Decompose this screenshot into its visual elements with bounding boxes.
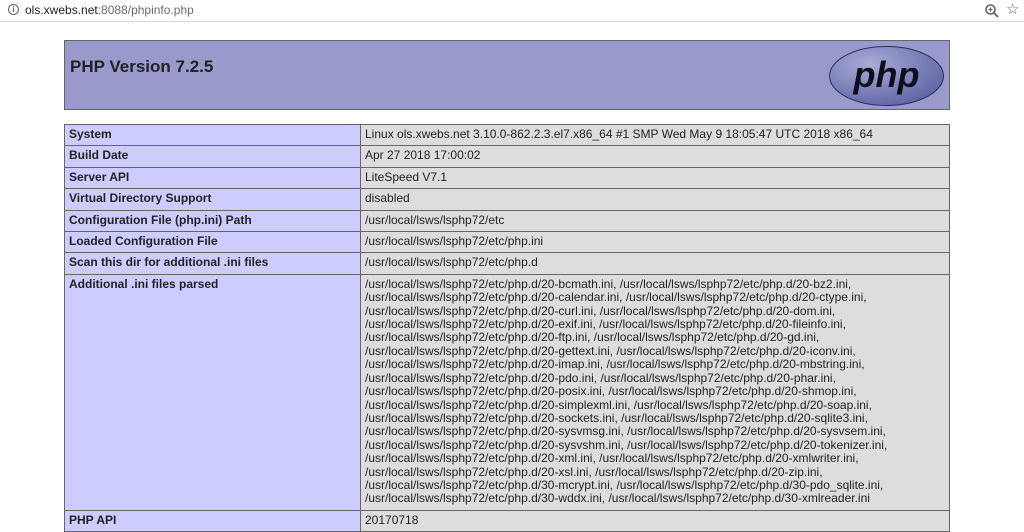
php-logo-text: php [853,54,920,95]
row-value: /usr/local/lsws/lsphp72/etc [360,209,950,233]
row-value: 20170718 [360,509,950,532]
table-row: Server API LiteSpeed V7.1 [64,166,950,190]
ini-file-line: /usr/local/lsws/lsphp72/etc/php.d/20-sys… [365,424,886,439]
row-value: LiteSpeed V7.1 [360,166,950,190]
ini-file-line: /usr/local/lsws/lsphp72/etc/php.d/20-ima… [365,357,865,372]
row-label: Additional .ini files parsed [64,273,361,511]
row-label: System [64,123,361,147]
php-header: PHP Version 7.2.5 php [64,40,950,110]
row-value: disabled [360,188,950,211]
ini-file-line: /usr/local/lsws/lsphp72/etc/php.d/20-xsl… [365,464,823,479]
row-value: /usr/local/lsws/lsphp72/etc/php.ini [360,231,950,254]
ini-file-line: /usr/local/lsws/lsphp72/etc/php.d/20-xml… [365,451,859,466]
phpinfo-table: System Linux ols.xwebs.net 3.10.0-862.2.… [64,123,950,532]
row-label: Configuration File (php.ini) Path [64,209,361,233]
url-field[interactable]: ols.xwebs.net:8088/phpinfo.php [25,3,194,18]
site-info-icon[interactable]: i [8,4,19,15]
ini-file-line: /usr/local/lsws/lsphp72/etc/php.d/20-pdo… [365,370,836,385]
ini-file-line: /usr/local/lsws/lsphp72/etc/php.d/20-sim… [365,397,872,412]
page-title: PHP Version 7.2.5 [70,57,214,76]
php-logo[interactable]: php [828,45,945,107]
ini-file-line: /usr/local/lsws/lsphp72/etc/php.d/20-pos… [365,384,857,399]
ini-file-line: /usr/local/lsws/lsphp72/etc/php.d/20-exi… [365,317,846,332]
ini-file-line: /usr/local/lsws/lsphp72/etc/php.d/30-mcr… [365,477,884,492]
browser-address-bar: i ols.xwebs.net:8088/phpinfo.php ☆ [0,0,1024,22]
additional-ini-list: /usr/local/lsws/lsphp72/etc/php.d/20-bcm… [360,273,950,511]
row-value: Linux ols.xwebs.net 3.10.0-862.2.3.el7.x… [360,123,950,147]
table-row: Build Date Apr 27 2018 17:00:02 [64,145,950,168]
ini-file-line: /usr/local/lsws/lsphp72/etc/php.d/20-bcm… [365,276,852,291]
table-row: Scan this dir for additional .ini files … [64,252,950,275]
table-row: Loaded Configuration File /usr/local/lsw… [64,231,950,254]
ini-file-line: /usr/local/lsws/lsphp72/etc/php.d/20-cur… [365,303,836,318]
url-host: ols.xwebs.net [25,3,98,17]
ini-file-line: /usr/local/lsws/lsphp72/etc/php.d/20-sys… [365,437,888,452]
ini-file-line: /usr/local/lsws/lsphp72/etc/php.d/20-cal… [365,290,867,305]
table-row: System Linux ols.xwebs.net 3.10.0-862.2.… [64,123,950,147]
table-row: Additional .ini files parsed /usr/local/… [64,273,950,511]
bookmark-star-icon[interactable]: ☆ [1006,1,1019,18]
row-label: Scan this dir for additional .ini files [64,252,361,275]
ini-file-line: /usr/local/lsws/lsphp72/etc/php.d/20-ftp… [365,330,820,345]
zoom-icon[interactable] [984,3,1000,19]
table-row: Virtual Directory Support disabled [64,188,950,211]
ini-file-line: /usr/local/lsws/lsphp72/etc/php.d/30-wdd… [365,491,870,506]
table-row: PHP API 20170718 [64,509,950,532]
ini-file-line: /usr/local/lsws/lsphp72/etc/php.d/20-get… [365,343,856,358]
row-value: /usr/local/lsws/lsphp72/etc/php.d [360,252,950,275]
url-path: :8088/phpinfo.php [97,3,194,17]
row-value: Apr 27 2018 17:00:02 [360,145,950,168]
row-label: Server API [64,166,361,190]
row-label: Build Date [64,145,361,168]
row-label: Virtual Directory Support [64,188,361,211]
row-label: Loaded Configuration File [64,231,361,254]
table-row: Configuration File (php.ini) Path /usr/l… [64,209,950,233]
ini-file-line: /usr/local/lsws/lsphp72/etc/php.d/20-soc… [365,410,868,425]
row-label: PHP API [64,509,361,532]
